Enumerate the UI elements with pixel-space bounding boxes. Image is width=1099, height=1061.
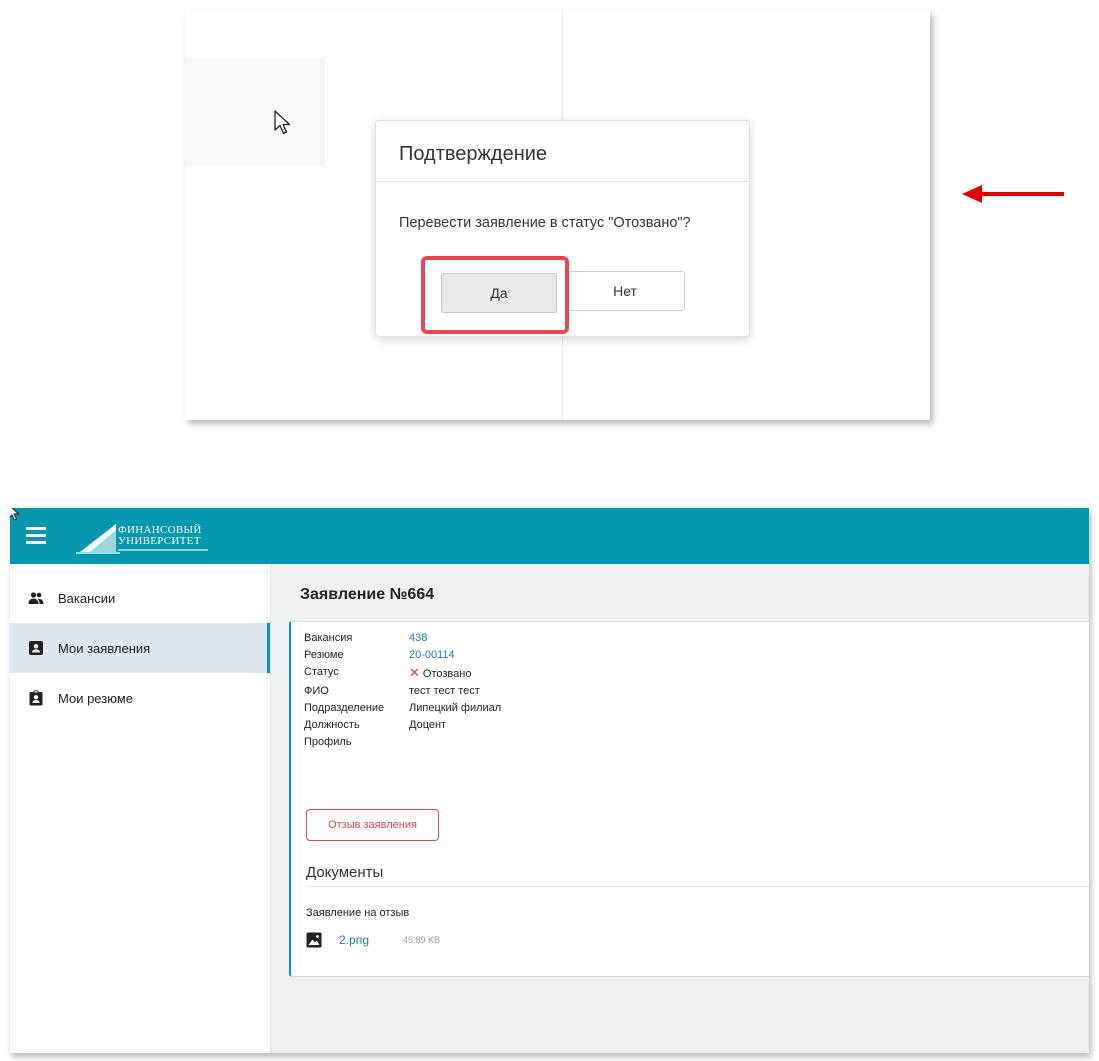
detail-row-division: Подразделение Липецкий филиал: [304, 700, 501, 717]
file-download-link[interactable]: 2.png: [339, 933, 369, 947]
status-text: Отозвано: [422, 668, 472, 680]
resume-link[interactable]: 20-00114: [409, 647, 455, 664]
people-icon: [28, 592, 44, 604]
sidebar-item-label: Мои заявления: [58, 640, 151, 656]
mouse-cursor-icon: [10, 508, 20, 521]
page-title: Заявление №664: [300, 586, 435, 603]
top-app-bar: ФИНАНСОВЫЙ УНИВЕРСИТЕТ: [10, 508, 1089, 564]
documents-heading: Документы: [306, 864, 384, 881]
app-screenshot-fragment: ФИНАНСОВЫЙ УНИВЕРСИТЕТ Вакансии Мои заяв…: [10, 508, 1089, 1053]
detail-label: Профиль: [304, 736, 352, 748]
university-logo[interactable]: ФИНАНСОВЫЙ УНИВЕРСИТЕТ: [76, 518, 236, 556]
sidebar: Вакансии Мои заявления Мои резюме: [10, 564, 271, 1053]
detail-label: Статус: [304, 666, 339, 678]
image-file-icon: [306, 932, 322, 948]
detail-row-profile: Профиль: [304, 734, 501, 751]
detail-value: тест тест тест: [409, 685, 480, 697]
detail-label: Вакансия: [304, 632, 353, 644]
detail-row-vacancy: Вакансия 438: [304, 630, 501, 647]
background-panel: [185, 58, 325, 166]
yes-button-highlight: [421, 256, 569, 334]
application-details: Вакансия 438 Резюме 20-00114 Статус ✕ Ото…: [304, 630, 501, 751]
detail-row-status: Статус ✕ Отозвано: [304, 664, 501, 683]
arrow-left-icon: [962, 185, 1064, 203]
detail-row-resume: Резюме 20-00114: [304, 647, 501, 664]
dialog-message: Перевести заявление в статус "Отозвано"?: [399, 215, 691, 231]
application-card: Вакансия 438 Резюме 20-00114 Статус ✕ Ото…: [289, 621, 1089, 977]
status-value: ✕ Отозвано: [409, 664, 471, 683]
contact-card-icon: [29, 641, 43, 655]
hamburger-menu-icon[interactable]: [26, 527, 46, 545]
sidebar-item-my-applications[interactable]: Мои заявления: [10, 623, 270, 673]
mouse-cursor-icon: [274, 110, 291, 135]
vacancy-link[interactable]: 438: [409, 630, 427, 647]
logo-sail-icon: [76, 524, 120, 554]
sidebar-item-label: Вакансии: [58, 590, 116, 606]
detail-label: Подразделение: [304, 702, 385, 714]
x-icon: ✕: [409, 665, 420, 680]
detail-label: Должность: [304, 719, 360, 731]
dialog-separator: [376, 181, 749, 182]
document-file-row: 2.png 45.89 KB: [306, 932, 440, 948]
dialog-title: Подтверждение: [399, 143, 548, 165]
withdraw-application-button[interactable]: Отзыв заявления: [306, 809, 439, 841]
no-button[interactable]: Нет: [565, 271, 685, 311]
dialog-screenshot-fragment: Подтверждение Перевести заявление в стат…: [185, 10, 930, 420]
detail-row-fullname: ФИО тест тест тест: [304, 683, 501, 700]
detail-label: ФИО: [304, 685, 329, 697]
clipboard-person-icon: [29, 690, 43, 706]
detail-value: Липецкий филиал: [409, 702, 502, 714]
main-content: Заявление №664 Вакансия 438 Резюме 20-00…: [271, 564, 1089, 1053]
logo-line-2: УНИВЕРСИТЕТ: [118, 535, 201, 547]
document-group-label: Заявление на отзыв: [306, 907, 410, 919]
sidebar-item-vacancies[interactable]: Вакансии: [10, 573, 270, 623]
file-size: 45.89 KB: [403, 935, 441, 945]
sidebar-item-label: Мои резюме: [58, 690, 133, 706]
logo-underline: [118, 549, 208, 551]
detail-value: Доцент: [409, 719, 447, 731]
detail-label: Резюме: [304, 649, 344, 661]
detail-row-position: Должность Доцент: [304, 717, 501, 734]
documents-separator: [306, 886, 1089, 887]
sidebar-item-my-resumes[interactable]: Мои резюме: [10, 673, 270, 723]
